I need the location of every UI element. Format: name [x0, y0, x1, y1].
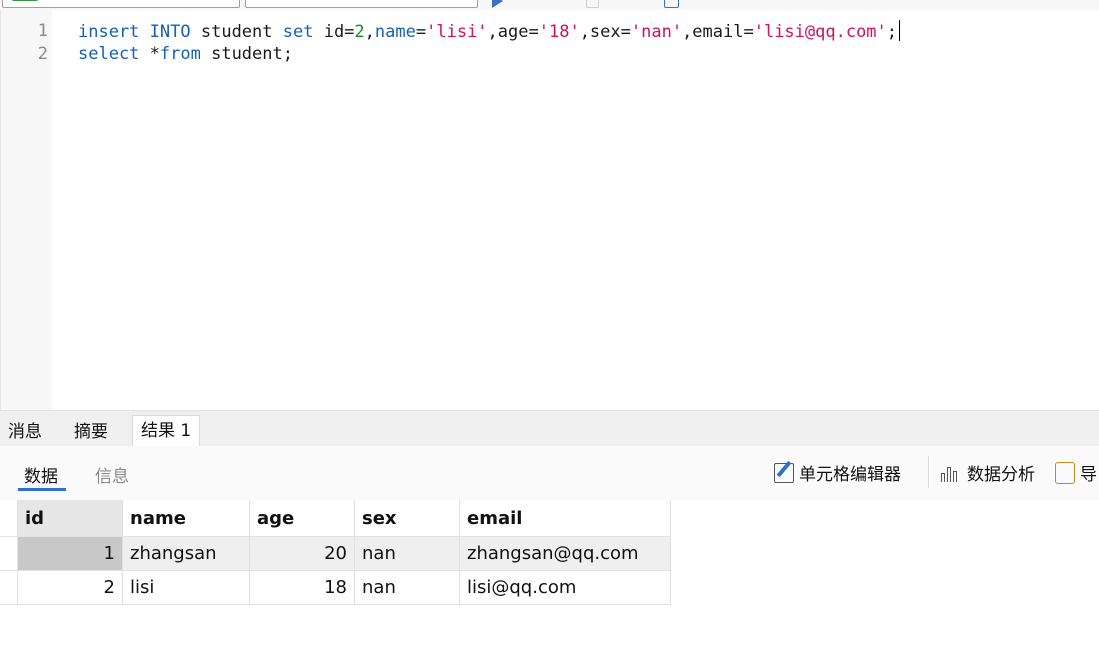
sql-keyword: insert — [78, 22, 140, 42]
column-header-sex[interactable]: sex — [355, 500, 460, 537]
database-select[interactable] — [245, 0, 478, 8]
data-analysis-button[interactable]: 数据分析 — [940, 460, 1035, 485]
sql-text: student; — [200, 44, 293, 64]
bar-chart-icon — [940, 462, 962, 484]
table-cell[interactable]: 2 — [18, 571, 123, 605]
play-icon — [492, 0, 503, 8]
sql-keyword: from — [159, 44, 201, 64]
connection-icon — [11, 0, 39, 1]
column-header-age[interactable]: age — [250, 500, 355, 537]
table-cell[interactable]: 1 — [18, 537, 123, 571]
explain-icon — [664, 0, 679, 8]
explain-button[interactable] — [664, 0, 679, 10]
sql-text: , — [364, 22, 375, 42]
code-line-2[interactable]: select *from student; — [78, 43, 293, 65]
sql-text: ; — [886, 22, 898, 42]
column-header-email[interactable]: email — [460, 500, 671, 537]
connection-select[interactable] — [2, 0, 240, 8]
stop-icon — [586, 0, 599, 8]
code-line-1[interactable]: insert INTO student set id=2,name='lisi'… — [78, 20, 901, 43]
table-cell[interactable]: 20 — [250, 537, 355, 571]
sql-keyword: name — [374, 22, 416, 42]
column-header-name[interactable]: name — [123, 500, 250, 537]
table-cell[interactable]: nan — [355, 571, 460, 605]
table-row[interactable]: 1 zhangsan 20 nan zhangsan@qq.com — [0, 537, 671, 571]
sql-text: id= — [313, 22, 355, 42]
table-cell[interactable]: zhangsan — [123, 537, 250, 571]
export-button[interactable]: 导 — [1055, 460, 1097, 485]
sql-text: student — [190, 22, 283, 42]
cell-editor-button[interactable]: 单元格编辑器 — [774, 460, 901, 485]
tab-summary[interactable]: 摘要 — [66, 417, 116, 447]
active-tab-indicator — [18, 488, 66, 491]
column-header-id[interactable]: id — [18, 500, 123, 537]
table-row[interactable]: 2 lisi 18 nan lisi@qq.com — [0, 571, 671, 605]
sql-editor[interactable]: 1 2 insert INTO student set id=2,name='l… — [0, 10, 1099, 410]
subtab-data[interactable]: 数据 — [24, 462, 58, 487]
cell-editor-label: 单元格编辑器 — [799, 465, 901, 485]
sql-string: 'lisi@qq.com' — [753, 22, 887, 42]
sql-text: * — [139, 44, 160, 64]
table-cell[interactable]: lisi — [123, 571, 250, 605]
sql-text: ,age= — [487, 22, 539, 42]
sql-string: '18' — [538, 22, 580, 42]
table-cell[interactable]: zhangsan@qq.com — [460, 537, 671, 571]
line-number: 1 — [37, 21, 48, 41]
stop-button[interactable] — [586, 0, 599, 10]
pencil-edit-icon — [774, 462, 794, 483]
result-tab-bar: 消息 摘要 结果 1 — [0, 410, 1099, 447]
sql-keyword: select — [78, 44, 140, 64]
row-selector[interactable] — [0, 571, 18, 605]
table-cell[interactable]: nan — [355, 537, 460, 571]
sql-keyword: set — [282, 22, 314, 42]
sql-number: 2 — [354, 22, 365, 42]
table-header-row: id name age sex email — [0, 500, 671, 537]
data-analysis-label: 数据分析 — [967, 465, 1035, 485]
export-label: 导 — [1080, 465, 1097, 485]
query-toolbar — [0, 0, 1099, 10]
row-selector[interactable] — [0, 537, 18, 571]
text-caret — [899, 20, 901, 41]
export-icon — [1055, 461, 1075, 484]
sql-text: = — [415, 22, 427, 42]
sql-text: ,email= — [682, 22, 754, 42]
toolbar-divider — [928, 456, 929, 488]
sql-keyword: INTO — [149, 22, 191, 42]
sql-string: 'lisi' — [426, 22, 488, 42]
line-number: 2 — [37, 44, 48, 64]
result-subtoolbar: 数据 信息 单元格编辑器 数据分析 导 — [0, 446, 1099, 500]
tab-result-1[interactable]: 结果 1 — [132, 415, 201, 447]
tab-messages[interactable]: 消息 — [0, 417, 50, 447]
table-cell[interactable]: lisi@qq.com — [460, 571, 671, 605]
subtab-info[interactable]: 信息 — [95, 462, 129, 487]
line-number-gutter: 1 2 — [0, 10, 52, 410]
navicat-query-window: 1 2 insert INTO student set id=2,name='l… — [0, 0, 1099, 650]
table-cell[interactable]: 18 — [250, 571, 355, 605]
run-button[interactable] — [492, 0, 503, 10]
sql-text: ,sex= — [579, 22, 631, 42]
row-header-corner — [0, 500, 18, 537]
sql-string: 'nan' — [630, 22, 683, 42]
